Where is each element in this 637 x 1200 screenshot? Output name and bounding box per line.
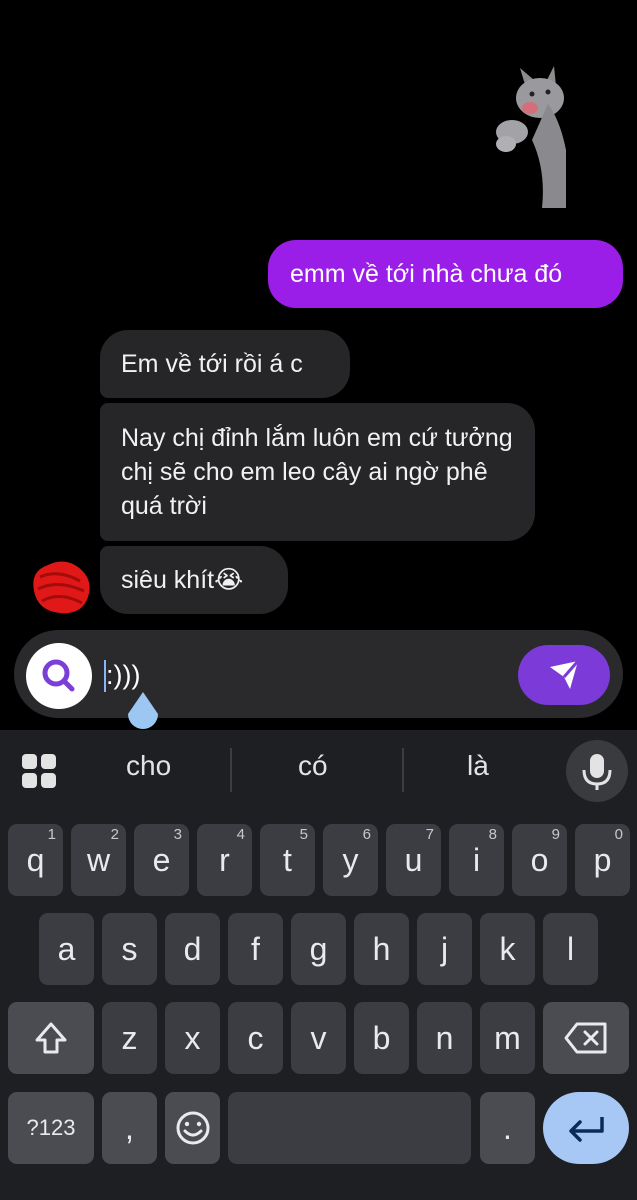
suggestion-divider [402,748,404,792]
backspace-icon [564,1022,607,1054]
message-bubble-incoming[interactable]: siêu khít😭 [100,546,288,614]
key-o[interactable]: o9 [512,824,567,896]
key-q[interactable]: q1 [8,824,63,896]
message-text: Nay chị đỉnh lắm luôn em cứ tưởng chị sẽ… [121,424,513,520]
voice-input-button[interactable] [566,740,628,802]
key-t[interactable]: t5 [260,824,315,896]
key-a[interactable]: a [39,913,94,985]
key-x[interactable]: x [165,1002,220,1074]
comma-key[interactable]: , [102,1092,157,1164]
key-g[interactable]: g [291,913,346,985]
key-r[interactable]: r4 [197,824,252,896]
key-b[interactable]: b [354,1002,409,1074]
emoji-key[interactable] [165,1092,220,1164]
key-m[interactable]: m [480,1002,535,1074]
period-key[interactable]: . [480,1092,535,1164]
emoji-icon [176,1111,209,1145]
symbols-key[interactable]: ?123 [8,1092,94,1164]
search-icon [42,659,75,692]
key-l[interactable]: l [543,913,598,985]
key-z[interactable]: z [102,1002,157,1074]
suggestion-divider [230,748,232,792]
enter-key[interactable] [543,1092,629,1164]
cat-sticker [496,66,566,208]
suggestion-item[interactable]: có [298,750,328,782]
key-j[interactable]: j [417,913,472,985]
key-d[interactable]: d [165,913,220,985]
key-f[interactable]: f [228,913,283,985]
key-p[interactable]: p0 [575,824,630,896]
shift-key[interactable] [8,1002,94,1074]
message-bubble-incoming[interactable]: Nay chị đỉnh lắm luôn em cứ tưởng chị sẽ… [100,403,535,541]
message-input[interactable]: :))) [106,660,140,691]
key-w[interactable]: w2 [71,824,126,896]
send-icon [550,660,580,689]
key-c[interactable]: c [228,1002,283,1074]
message-text: emm về tới nhà chưa đó [290,260,563,288]
key-y[interactable]: y6 [323,824,378,896]
cursor-handle-icon[interactable] [124,690,162,732]
enter-icon [569,1117,604,1142]
send-button[interactable] [518,645,610,705]
key-i[interactable]: i8 [449,824,504,896]
message-text: Em về tới rồi á c [121,350,303,378]
microphone-icon [582,754,612,790]
shift-icon [35,1022,67,1054]
message-bubble-outgoing[interactable]: emm về tới nhà chưa đó [268,240,623,308]
key-s[interactable]: s [102,913,157,985]
search-button[interactable] [26,643,92,709]
message-text: siêu khít😭 [121,566,244,594]
key-h[interactable]: h [354,913,409,985]
key-k[interactable]: k [480,913,535,985]
contact-avatar[interactable] [28,557,94,617]
key-v[interactable]: v [291,1002,346,1074]
suggestion-item[interactable]: là [467,750,489,782]
key-n[interactable]: n [417,1002,472,1074]
key-e[interactable]: e3 [134,824,189,896]
message-bubble-incoming[interactable]: Em về tới rồi á c [100,330,350,398]
keyboard-apps-icon[interactable] [18,750,60,792]
backspace-key[interactable] [543,1002,629,1074]
suggestion-item[interactable]: cho [126,750,171,782]
key-u[interactable]: u7 [386,824,441,896]
space-key[interactable] [228,1092,471,1164]
